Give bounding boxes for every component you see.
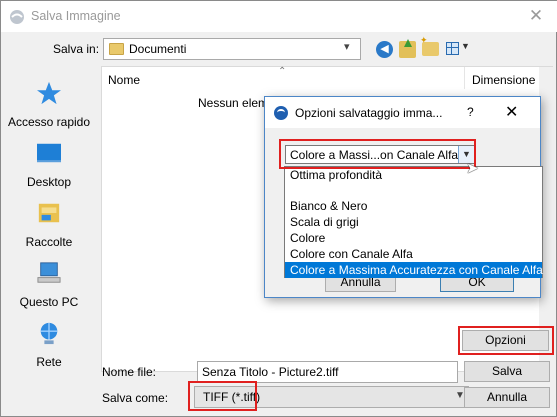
- view-menu-icon: [446, 42, 459, 55]
- new-folder-icon[interactable]: [420, 35, 439, 56]
- view-menu-button[interactable]: ▼: [446, 41, 472, 58]
- sort-caret-icon: ⌃: [278, 66, 287, 77]
- help-button[interactable]: ?: [467, 105, 474, 119]
- color-depth-option[interactable]: Bianco & Nero: [285, 198, 542, 214]
- color-depth-option[interactable]: Colore a Massima Accuratezza con Canale …: [285, 262, 543, 278]
- filename-input[interactable]: Senza Titolo - Picture2.tiff: [197, 361, 458, 383]
- color-depth-option[interactable]: Scala di grigi: [285, 214, 542, 230]
- place-desktop[interactable]: Desktop: [1, 135, 97, 195]
- color-depth-list[interactable]: Ottima profondità Bianco & Nero Scala di g…: [284, 166, 543, 278]
- desktop-icon: [37, 143, 61, 163]
- libraries-icon: [38, 203, 60, 223]
- mouse-cursor-icon: ➤: [466, 160, 479, 177]
- app-logo-icon: [274, 106, 288, 120]
- color-depth-option[interactable]: Colore con Canale Alfa: [285, 246, 542, 262]
- column-header-size[interactable]: Dimensione: [472, 73, 535, 87]
- empty-list-message: Nessun elem: [198, 96, 269, 110]
- place-libraries[interactable]: Raccolte: [1, 195, 97, 255]
- computer-icon: [37, 262, 61, 283]
- color-depth-option[interactable]: Colore: [285, 230, 542, 246]
- dropdown-arrow-icon: ▼: [461, 41, 470, 51]
- save-in-label: Salva in:: [53, 42, 100, 56]
- color-depth-option[interactable]: Ottima profondità: [285, 167, 542, 183]
- folder-icon: [109, 43, 124, 55]
- options-button[interactable]: Opzioni: [462, 330, 549, 351]
- place-this-pc[interactable]: Questo PC: [1, 255, 97, 315]
- column-divider[interactable]: [464, 67, 465, 89]
- depth-combo-highlight-box: [279, 139, 476, 169]
- back-icon[interactable]: ◀: [376, 41, 393, 58]
- dialog-title: Opzioni salvataggio imma...: [295, 106, 443, 120]
- place-label: Questo PC: [19, 295, 79, 309]
- close-window-button[interactable]: ✕: [521, 4, 551, 28]
- save-in-value: Documenti: [129, 42, 187, 56]
- place-label: Accesso rapido: [7, 115, 91, 129]
- places-bar: Accesso rapido Desktop Raccolte Questo P…: [1, 67, 97, 381]
- chevron-down-icon: ▾: [344, 41, 350, 53]
- app-logo-icon: [10, 10, 24, 24]
- window-title: Salva Immagine: [31, 9, 121, 23]
- save-in-combobox[interactable]: Documenti ▾: [103, 38, 361, 60]
- quick-access-icon: [37, 81, 61, 105]
- dialog-title-bar: Opzioni salvataggio imma... ? ✕: [265, 97, 540, 128]
- place-label: Rete: [36, 355, 62, 369]
- network-icon: [40, 322, 58, 345]
- save-button[interactable]: Salva: [464, 361, 550, 382]
- filename-label: Nome file:: [102, 365, 157, 379]
- save-as-type-label: Salva come:: [102, 391, 169, 405]
- place-label: Desktop: [26, 175, 72, 189]
- color-depth-separator: [285, 183, 542, 199]
- place-label: Raccolte: [25, 235, 73, 249]
- column-header-name[interactable]: Nome: [108, 73, 140, 87]
- close-dialog-button[interactable]: ✕: [505, 102, 518, 122]
- save-type-highlight-box: [188, 381, 257, 411]
- title-bar: Salva Immagine ✕: [1, 1, 557, 32]
- up-folder-icon[interactable]: [399, 39, 416, 58]
- place-network[interactable]: Rete: [1, 315, 97, 375]
- cancel-button[interactable]: Annulla: [464, 387, 550, 408]
- place-quick-access[interactable]: Accesso rapido: [1, 75, 97, 135]
